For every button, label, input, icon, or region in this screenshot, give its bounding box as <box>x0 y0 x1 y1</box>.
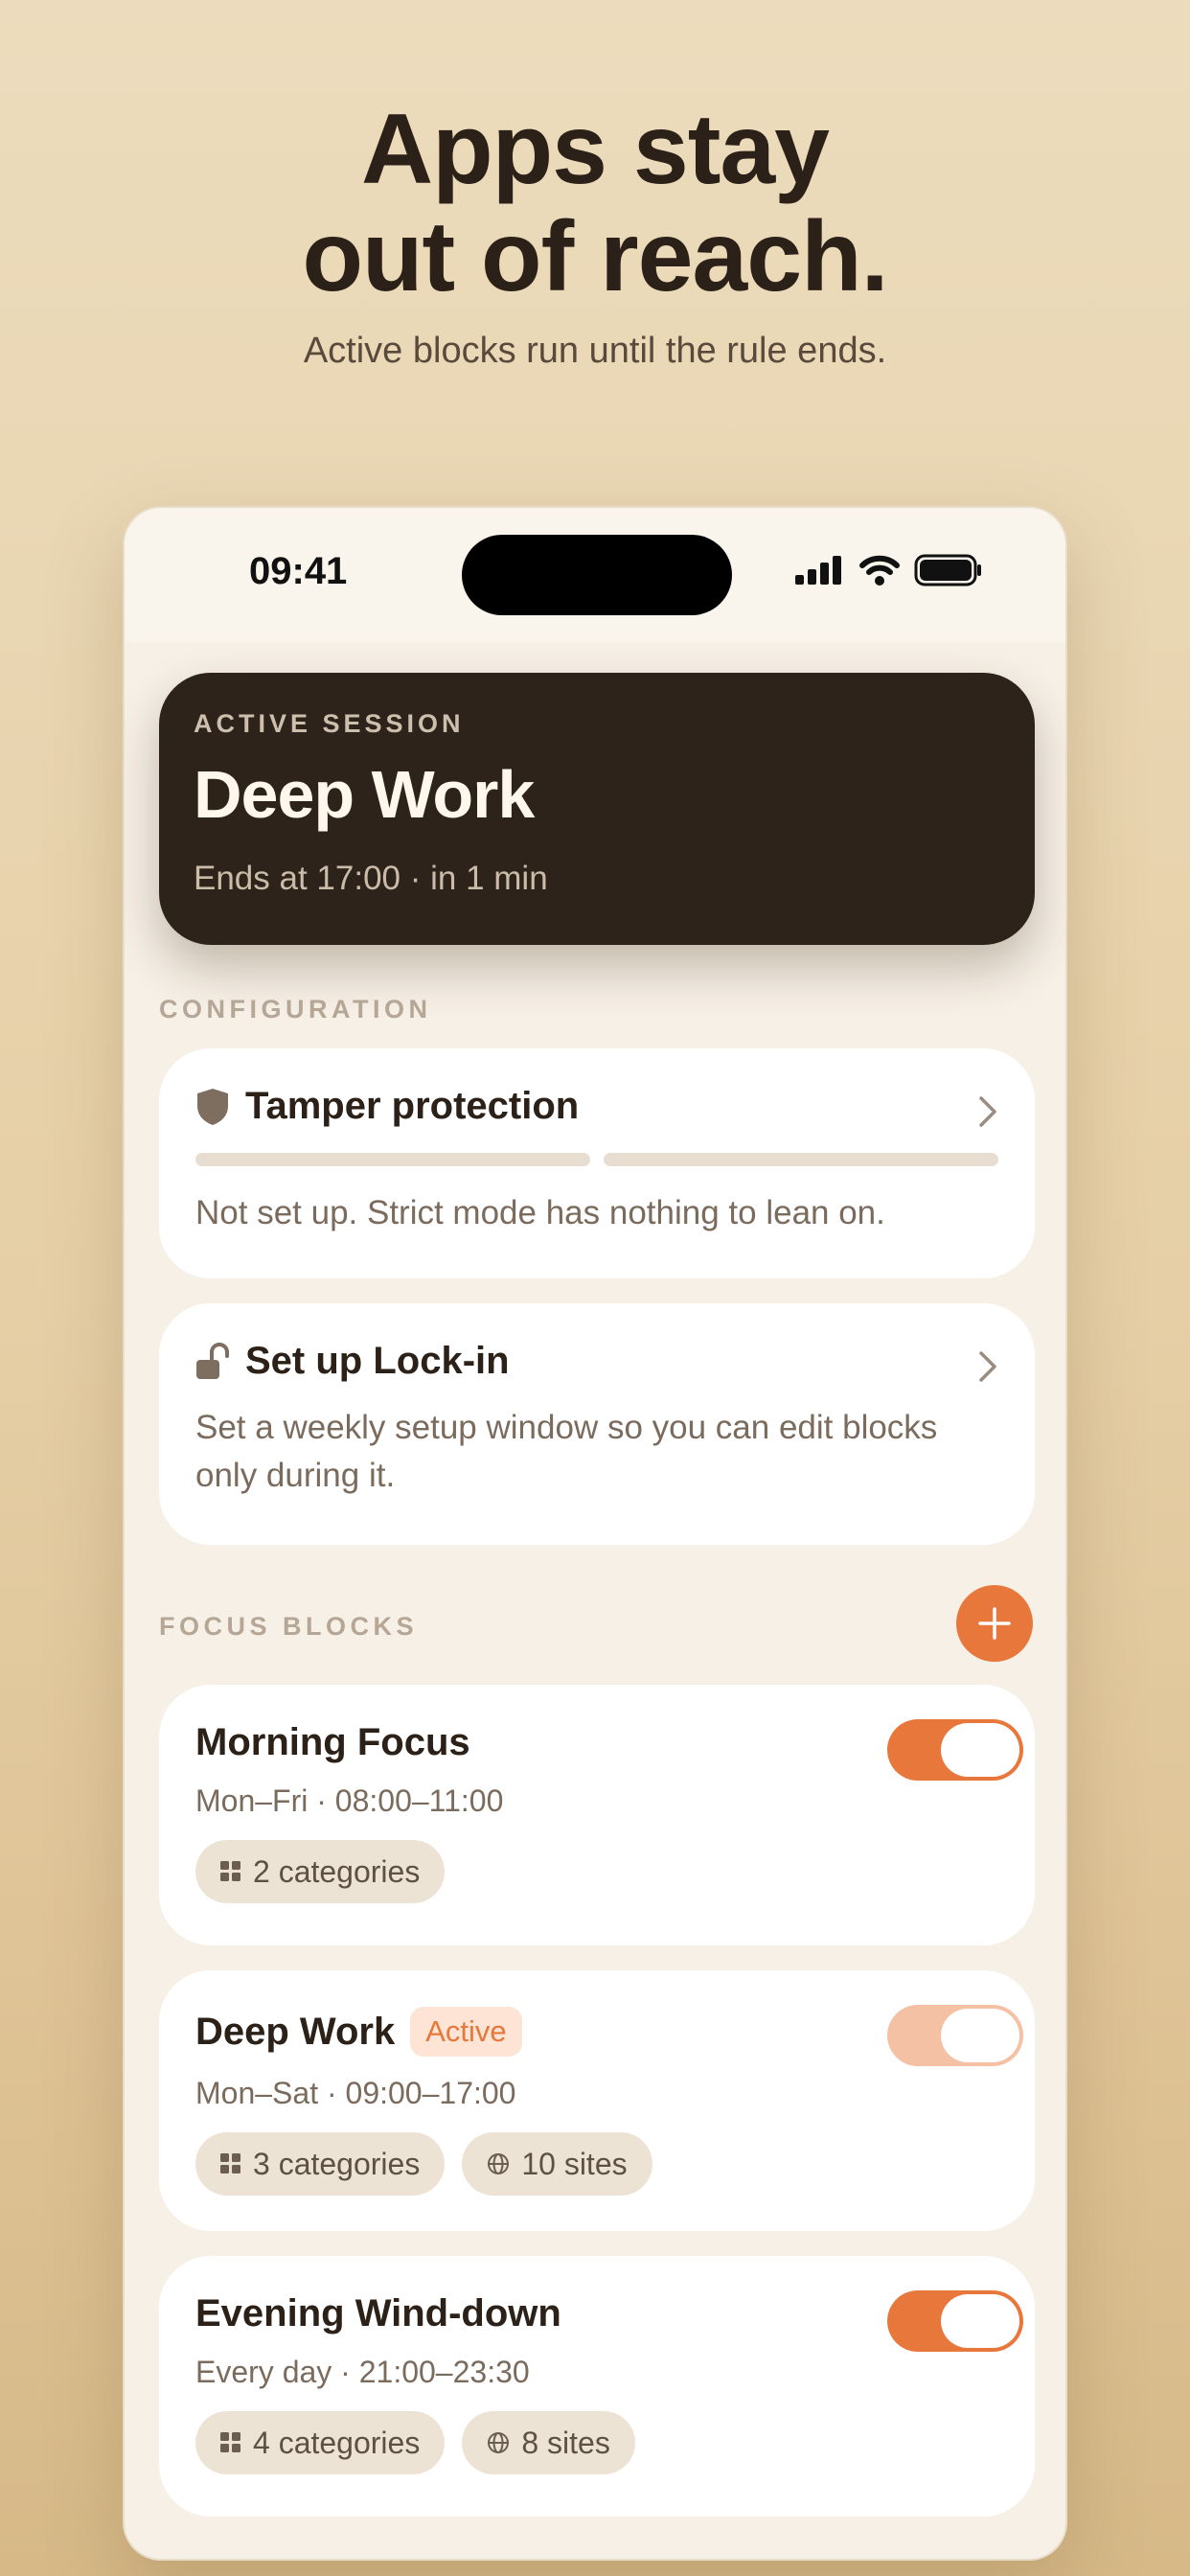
focus-block-name: Morning Focus <box>195 1721 470 1763</box>
lockin-title-row: Set up Lock-in <box>195 1340 998 1383</box>
focus-block-chips: 4 categories 8 sites <box>195 2411 998 2474</box>
lockin-description: Set a weekly setup window so you can edi… <box>195 1409 938 1494</box>
lockin-card[interactable]: Set up Lock-in Set a weekly setup window… <box>159 1303 1035 1545</box>
globe-icon <box>488 2153 510 2174</box>
toggle-knob <box>941 1723 1019 1777</box>
grid-icon <box>220 2432 240 2452</box>
globe-icon <box>488 2432 510 2453</box>
categories-chip-label: 3 categories <box>253 2146 421 2181</box>
tamper-title-row: Tamper protection <box>195 1085 998 1128</box>
grid-icon <box>220 2153 240 2174</box>
focus-block-name: Evening Wind-down <box>195 2292 561 2334</box>
sites-chip-label: 8 sites <box>521 2425 610 2460</box>
active-session-subtitle: Ends at 17:00 · in 1 min <box>194 860 548 897</box>
lockin-title: Set up Lock-in <box>245 1340 510 1382</box>
focus-block-card[interactable]: Deep Work Active Mon–Sat · 09:00–17:00 3… <box>159 1970 1035 2231</box>
focus-block-toggle[interactable] <box>887 1719 1023 1781</box>
categories-chip-label: 2 categories <box>253 1853 421 1889</box>
plus-icon <box>978 1607 1011 1640</box>
active-badge: Active <box>410 2007 522 2057</box>
focus-block-chips: 2 categories <box>195 1840 998 1903</box>
tamper-protection-card[interactable]: Tamper protection Not set up. Strict mod… <box>159 1048 1035 1278</box>
focus-block-name: Deep Work <box>195 2010 396 2053</box>
configuration-section-label: CONFIGURATION <box>159 995 432 1024</box>
shield-icon <box>197 1088 228 1125</box>
focus-block-toggle[interactable] <box>887 2290 1023 2352</box>
cellular-signal-icon <box>795 556 841 585</box>
dynamic-island <box>462 535 732 615</box>
wifi-icon <box>859 555 900 586</box>
categories-chip[interactable]: 4 categories <box>195 2411 446 2474</box>
focus-block-schedule: Every day · 21:00–23:30 <box>195 2355 530 2389</box>
focus-blocks-section-label: FOCUS BLOCKS <box>159 1612 418 1641</box>
chevron-right-icon <box>979 1351 996 1382</box>
sites-chip[interactable]: 10 sites <box>462 2132 652 2196</box>
toggle-knob <box>941 2294 1019 2348</box>
focus-block-toggle[interactable] <box>887 2005 1023 2066</box>
categories-chip[interactable]: 2 categories <box>195 1840 446 1903</box>
active-session-card[interactable]: ACTIVE SESSION Deep Work Ends at 17:00 ·… <box>159 673 1035 945</box>
sites-chip-label: 10 sites <box>521 2146 628 2181</box>
battery-icon <box>914 554 981 586</box>
focus-block-card[interactable]: Morning Focus Mon–Fri · 08:00–11:00 2 ca… <box>159 1685 1035 1945</box>
chevron-right-icon <box>979 1096 996 1127</box>
grid-icon <box>220 1861 240 1881</box>
marketing-subtitle: Active blocks run until the rule ends. <box>303 331 887 371</box>
phone-screen: 09:41 ACTIVE SESSION Deep Work Ends at 1… <box>123 506 1067 2561</box>
unlocked-padlock-icon <box>196 1342 229 1379</box>
active-session-title: Deep Work <box>194 757 535 832</box>
progress-segment <box>195 1153 590 1166</box>
categories-chip[interactable]: 3 categories <box>195 2132 446 2196</box>
status-time: 09:41 <box>249 550 348 592</box>
tamper-title: Tamper protection <box>245 1085 580 1127</box>
add-focus-block-button[interactable] <box>956 1585 1033 1662</box>
headline-line-2: out of reach. <box>302 201 888 312</box>
toggle-knob <box>941 2009 1019 2062</box>
focus-block-card[interactable]: Evening Wind-down Every day · 21:00–23:3… <box>159 2256 1035 2517</box>
tamper-progress <box>195 1153 998 1166</box>
headline-line-1: Apps stay <box>360 94 830 205</box>
marketing-headline: Apps stay out of reach. <box>0 96 1190 310</box>
focus-block-schedule: Mon–Fri · 08:00–11:00 <box>195 1783 504 1818</box>
progress-segment <box>604 1153 998 1166</box>
status-icons <box>795 554 983 586</box>
focus-block-schedule: Mon–Sat · 09:00–17:00 <box>195 2076 516 2110</box>
tamper-description: Not set up. Strict mode has nothing to l… <box>195 1194 885 1231</box>
categories-chip-label: 4 categories <box>253 2425 421 2460</box>
focus-block-chips: 3 categories 10 sites <box>195 2132 998 2196</box>
active-session-eyebrow: ACTIVE SESSION <box>194 709 465 738</box>
status-bar: 09:41 <box>125 508 1065 642</box>
focus-block-title-row: Deep Work Active <box>195 2007 998 2057</box>
sites-chip[interactable]: 8 sites <box>462 2411 635 2474</box>
